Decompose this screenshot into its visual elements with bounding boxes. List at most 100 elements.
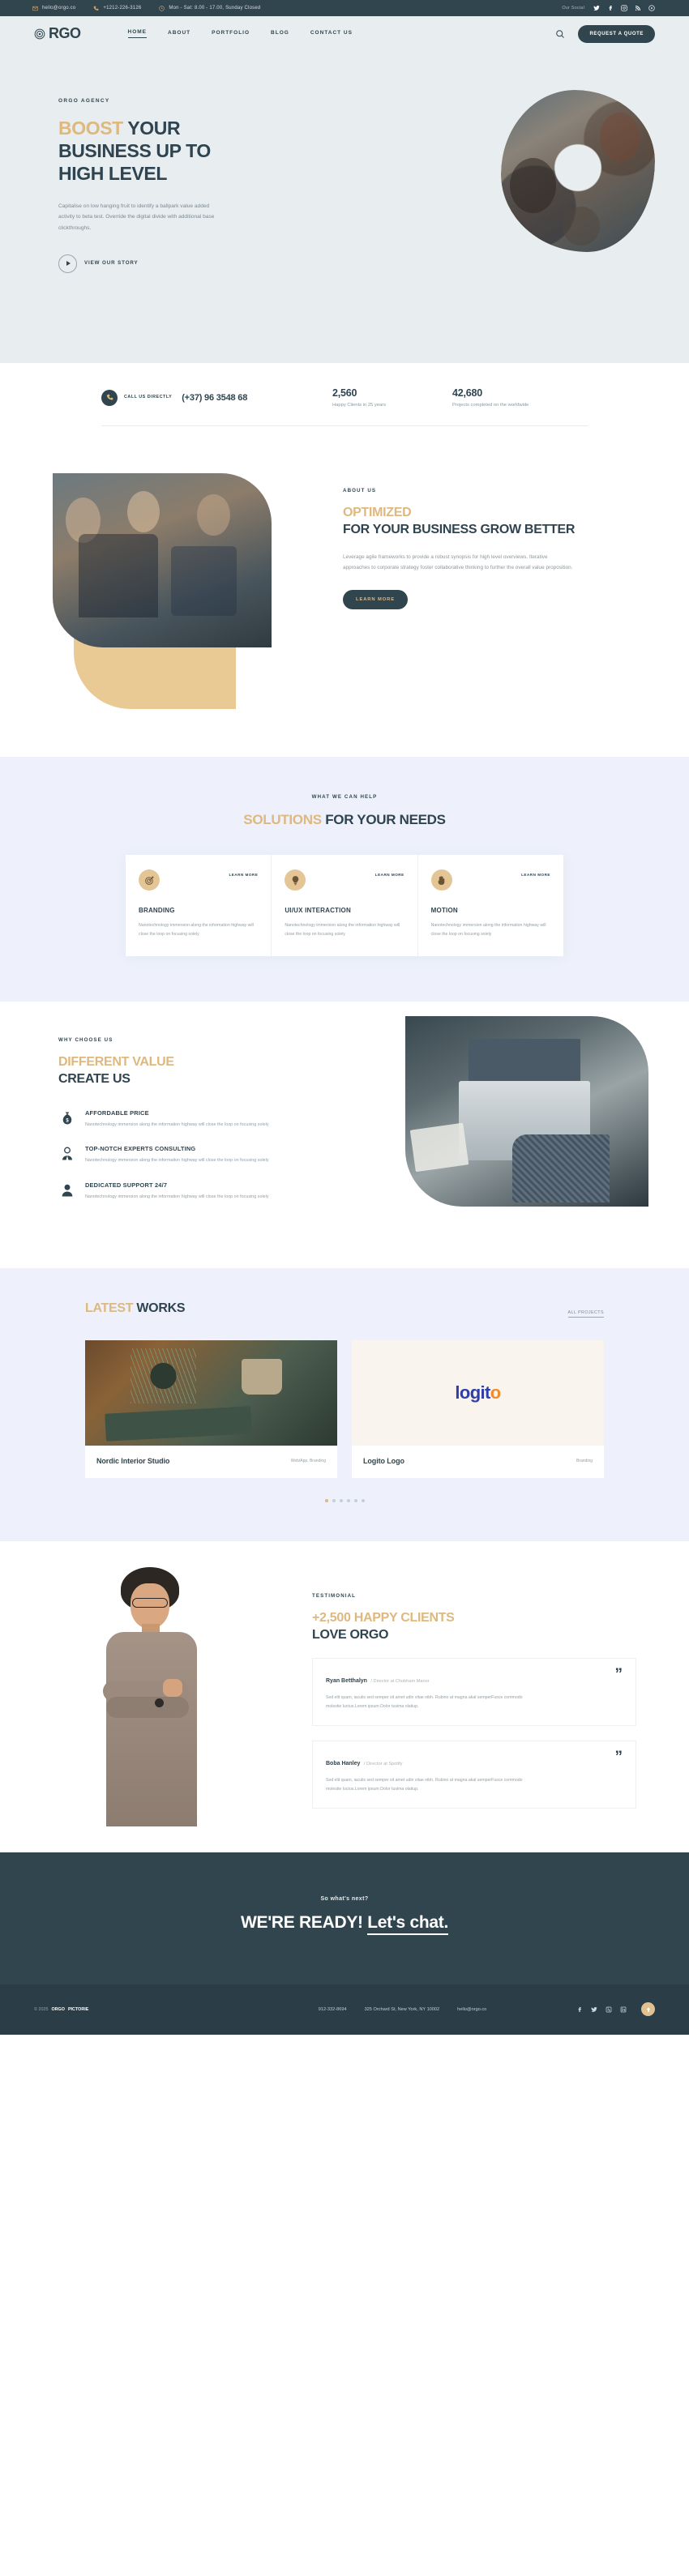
person-illustration [85,1566,235,1826]
target-icon [139,869,160,891]
top-utility-bar: hello@orgo.co +1212-226-3126 Mon - Sat: … [0,0,689,16]
topbar-hours: Mon - Sat: 8.00 - 17.00, Sunday Closed [159,5,261,11]
carousel-dot-1[interactable] [324,1498,328,1502]
dribbble-icon[interactable] [606,2002,612,2017]
brand-logo[interactable]: RGO [34,25,81,42]
testimonial-card: ” Ryan Betthalyn / Director at Chobham M… [312,1658,636,1727]
topbar-phone-text: +1212-226-3126 [103,6,142,11]
card-learn-more-link[interactable]: LEARN MORE [375,869,404,877]
all-projects-link[interactable]: ALL PROJECTS [567,1310,604,1318]
footer-copyright-suffix: PICTORIE [67,2006,89,2012]
about-learn-more-button[interactable]: LEARN MORE [343,589,408,609]
hero-image [501,90,655,252]
rss-icon[interactable] [635,5,641,11]
businessman-icon [58,1145,76,1163]
nav-item-home[interactable]: HOME [127,29,148,38]
twitter-icon[interactable] [591,2002,597,2017]
topbar-email-text: hello@orgo.co [42,6,76,11]
instagram-icon[interactable] [621,5,627,11]
carousel-dots [85,1498,604,1502]
call-us-label: CALL US DIRECTLY [124,395,173,400]
feature-title: DEDICATED SUPPORT 24/7 [85,1181,168,1189]
about-team-photo [53,473,272,647]
nav-item-portfolio[interactable]: PORTFOLIO [212,30,250,38]
cta-small-text: So what's next? [320,1895,369,1902]
footer-address: 325 Orchard St, New York, NY 10002 [364,2006,440,2012]
testimonial-title: +2,500 HAPPY CLIENTS LOVE ORGO [312,1610,636,1644]
feature-text: Nanotechnology immersion along the infor… [85,1121,269,1127]
carousel-dot-3[interactable] [339,1498,343,1502]
nav-item-contact-us[interactable]: CONTACT US [310,30,353,38]
twitter-icon[interactable] [593,5,600,11]
about-eyebrow: ABOUT US [343,488,377,493]
footer-copyright-year: © 2025 [34,2006,49,2012]
topbar-social-group: Our Social [562,5,673,11]
feature-text: Nanotechnology immersion along the infor… [85,1158,269,1164]
carousel-dot-6[interactable] [361,1498,365,1502]
solution-card-branding[interactable]: LEARN MORE BRANDING Nanotechnology immer… [126,855,272,956]
solution-card-motion[interactable]: LEARN MORE MOTION Nanotechnology immersi… [418,855,563,956]
stats-divider [101,425,588,426]
facebook-icon[interactable] [576,2002,583,2017]
work-card-logito-logo[interactable]: logito Logito Logo Branding [352,1339,604,1478]
solutions-section: WHAT WE CAN HELP SOLUTIONS FOR YOUR NEED… [0,757,689,1002]
site-footer: © 2025 ORGO PICTORIE 912-332-8694 325 Or… [0,1984,689,2035]
topbar-social-label: Our Social [562,6,584,11]
facebook-icon[interactable] [607,5,614,11]
carousel-dot-2[interactable] [332,1498,336,1502]
card-learn-more-link[interactable]: LEARN MORE [229,869,258,877]
topbar-contact-group: hello@orgo.co +1212-226-3126 Mon - Sat: … [16,5,562,11]
cta-chat-link[interactable]: Let's chat. [367,1912,448,1935]
solutions-cards: LEARN MORE BRANDING Nanotechnology immer… [126,855,563,956]
nav-item-about[interactable]: ABOUT [168,30,190,38]
stat-projects-completed: 42,680 Projects completed on the worldwi… [452,387,572,408]
carousel-dot-4[interactable] [346,1498,350,1502]
solution-card-title: BRANDING [139,907,175,915]
nav-item-blog[interactable]: BLOG [271,30,289,38]
quote-icon: ” [614,1749,623,1766]
work-card-nordic-interior-studio[interactable]: Nordic Interior Studio Web/App, Branding [85,1339,337,1478]
play-icon [58,254,77,273]
footer-phone[interactable]: 912-332-8694 [319,2007,347,2012]
hero-section: ORGO AGENCY BOOST YOUR BUSINESS UP TO HI… [0,51,689,363]
why-eyebrow: WHY CHOOSE US [58,1036,113,1043]
back-to-top-button[interactable] [641,2002,655,2017]
solution-card-uiux-interaction[interactable]: LEARN MORE UI/UX INTERACTION Nanotechnol… [272,855,418,956]
user-support-icon [58,1181,76,1199]
solutions-title-accent: SOLUTIONS [243,812,322,827]
logito-wordmark: logito [455,1382,501,1403]
hand-icon [430,869,452,891]
cta-headline: WE'RE READY! [240,1912,363,1932]
why-title-rest: CREATE US [58,1071,131,1086]
money-bag-icon: $ [58,1109,76,1127]
solution-card-text: Nanotechnology immersion along the infor… [139,923,254,937]
testimonial-text: Sed elit quam, iaculis sed semper sit am… [326,1695,523,1709]
cta-big-text: WE'RE READY! Let's chat. [0,1912,689,1935]
topbar-email[interactable]: hello@orgo.co [32,6,75,11]
footer-email[interactable]: hello@orgo.co [457,2007,486,2012]
view-our-story-button[interactable]: VIEW OUR STORY [58,254,251,273]
about-title: OPTIMIZED FOR YOUR BUSINESS GROW BETTER [343,505,636,539]
target-logo-icon [34,28,45,39]
solution-card-title: MOTION [430,907,458,915]
search-icon[interactable] [555,29,565,39]
testimonial-portrait [53,1566,296,1828]
work-thumbnail: logito [352,1339,604,1446]
youtube-icon[interactable] [648,5,655,11]
cta-section: So what's next? WE'RE READY! Let's chat. [0,1852,689,1984]
request-quote-button[interactable]: REQUEST A QUOTE [578,24,655,43]
feature-top-notch-experts-consulting: TOP-NOTCH EXPERTS CONSULTING Nanotechnol… [58,1145,292,1165]
topbar-phone[interactable]: +1212-226-3126 [93,6,141,11]
works-title-accent: LATEST [85,1301,134,1315]
linkedin-icon[interactable] [620,2002,627,2017]
call-us-block[interactable]: CALL US DIRECTLY (+37) 96 3548 68 [101,389,332,406]
stats-section: CALL US DIRECTLY (+37) 96 3548 68 2,560 … [0,363,689,447]
stat-number: 2,560 [332,387,357,399]
testimonial-eyebrow: TESTIMONIAL [312,1592,357,1599]
stat-label: Happy Clients in 25 years [332,403,387,408]
card-learn-more-link[interactable]: LEARN MORE [521,869,550,877]
stat-happy-clients: 2,560 Happy Clients in 25 years [332,387,452,408]
topbar-hours-text: Mon - Sat: 8.00 - 17.00, Sunday Closed [169,6,261,11]
mail-icon [32,6,38,11]
carousel-dot-5[interactable] [353,1498,357,1502]
